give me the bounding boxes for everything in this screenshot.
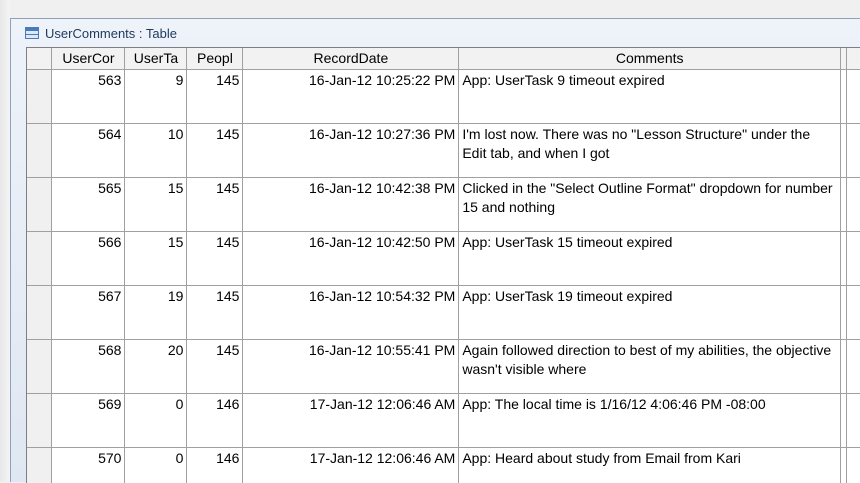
cell-add[interactable] (846, 393, 860, 448)
row-selector[interactable] (27, 285, 53, 340)
cell-peopleid[interactable]: 145 (186, 69, 244, 124)
cell-recorddate[interactable]: 17-Jan-12 12:06:46 AM (242, 393, 460, 448)
cell-usertaskid[interactable]: 19 (124, 285, 188, 340)
cell-usertaskid[interactable]: 15 (124, 231, 188, 286)
row-selector[interactable] (27, 339, 53, 394)
cell-peopleid[interactable]: 146 (186, 393, 244, 448)
cell-add[interactable] (846, 69, 860, 124)
cell-add[interactable] (846, 231, 860, 286)
cell-add[interactable] (846, 447, 860, 483)
cell-peopleid[interactable]: 146 (186, 447, 244, 483)
cell-recorddate[interactable]: 16-Jan-12 10:54:32 PM (242, 285, 460, 340)
table-row[interactable]: 569 0 146 17-Jan-12 12:06:46 AM App: The loc… (27, 393, 860, 448)
cell-usercommentid[interactable]: 567 (51, 285, 126, 340)
cell-usercommentid[interactable]: 569 (51, 393, 126, 448)
cell-peopleid[interactable]: 145 (186, 177, 244, 232)
row-selector[interactable] (27, 177, 53, 232)
table-row[interactable]: 570 0 146 17-Jan-12 12:06:46 AM App: Heard a… (27, 447, 860, 483)
cell-comments[interactable]: Again followed direction to best of my a… (458, 339, 841, 394)
row-selector[interactable] (27, 447, 53, 483)
window-titlebar[interactable]: UserComments : Table (11, 19, 860, 47)
cell-add[interactable] (846, 285, 860, 340)
column-header-peopleid[interactable]: Peopl (186, 48, 244, 70)
column-header-usertaskid[interactable]: UserTa (124, 48, 188, 70)
row-selector[interactable] (27, 393, 53, 448)
cell-usercommentid[interactable]: 568 (51, 339, 126, 394)
cell-usertaskid[interactable]: 9 (124, 69, 188, 124)
cell-usercommentid[interactable]: 566 (51, 231, 126, 286)
cell-recorddate[interactable]: 16-Jan-12 10:27:36 PM (242, 123, 460, 178)
cell-add[interactable] (846, 123, 860, 178)
cell-add[interactable] (846, 177, 860, 232)
cell-comments[interactable]: App: UserTask 9 timeout expired (458, 69, 841, 124)
table-row[interactable]: 566 15 145 16-Jan-12 10:42:50 PM App: UserTa… (27, 231, 860, 286)
column-header-add[interactable] (846, 48, 860, 70)
table-row[interactable]: 565 15 145 16-Jan-12 10:42:38 PM Clicked in … (27, 177, 860, 232)
cell-usertaskid[interactable]: 10 (124, 123, 188, 178)
header-row: UserCor UserTa Peopl RecordDate Comments (27, 48, 860, 70)
table-window[interactable]: UserComments : Table UserCor UserTa Peop… (10, 18, 860, 483)
column-header-recorddate[interactable]: RecordDate (242, 48, 460, 70)
cell-comments[interactable]: App: UserTask 15 timeout expired (458, 231, 841, 286)
cell-usercommentid[interactable]: 570 (51, 447, 126, 483)
cell-comments[interactable]: App: UserTask 19 timeout expired (458, 285, 841, 340)
cell-usercommentid[interactable]: 564 (51, 123, 126, 178)
cell-peopleid[interactable]: 145 (186, 339, 244, 394)
cell-peopleid[interactable]: 145 (186, 285, 244, 340)
cell-comments[interactable]: App: Heard about study from Email from K… (458, 447, 841, 483)
cell-usertaskid[interactable]: 20 (124, 339, 188, 394)
cell-recorddate[interactable]: 17-Jan-12 12:06:46 AM (242, 447, 460, 483)
cell-usercommentid[interactable]: 565 (51, 177, 126, 232)
cell-recorddate[interactable]: 16-Jan-12 10:55:41 PM (242, 339, 460, 394)
table-row[interactable]: 563 9 145 16-Jan-12 10:25:22 PM App: UserTas… (27, 69, 860, 124)
cell-peopleid[interactable]: 145 (186, 123, 244, 178)
cell-comments[interactable]: App: The local time is 1/16/12 4:06:46 P… (458, 393, 841, 448)
datasheet-table: UserCor UserTa Peopl RecordDate Comments… (27, 48, 860, 483)
row-selector[interactable] (27, 231, 53, 286)
cell-usercommentid[interactable]: 563 (51, 69, 126, 124)
row-selector[interactable] (27, 69, 53, 124)
background-edge (0, 0, 10, 481)
cell-add[interactable] (846, 339, 860, 394)
cell-comments[interactable]: Clicked in the "Select Outline Format" d… (458, 177, 841, 232)
select-all-corner[interactable] (27, 48, 53, 70)
cell-recorddate[interactable]: 16-Jan-12 10:42:50 PM (242, 231, 460, 286)
window-title: UserComments : Table (45, 25, 177, 41)
cell-usertaskid[interactable]: 0 (124, 393, 188, 448)
row-selector[interactable] (27, 123, 53, 178)
cell-peopleid[interactable]: 145 (186, 231, 244, 286)
column-header-comments[interactable]: Comments (458, 48, 841, 70)
cell-recorddate[interactable]: 16-Jan-12 10:42:38 PM (242, 177, 460, 232)
cell-usertaskid[interactable]: 0 (124, 447, 188, 483)
table-row[interactable]: 567 19 145 16-Jan-12 10:54:32 PM App: UserTa… (27, 285, 860, 340)
column-header-usercommentid[interactable]: UserCor (51, 48, 126, 70)
datasheet-grid[interactable]: UserCor UserTa Peopl RecordDate Comments… (26, 47, 860, 483)
table-row[interactable]: 564 10 145 16-Jan-12 10:27:36 PM I'm lost no… (27, 123, 860, 178)
table-row[interactable]: 568 20 145 16-Jan-12 10:55:41 PM Again follo… (27, 339, 860, 394)
cell-usertaskid[interactable]: 15 (124, 177, 188, 232)
cell-comments[interactable]: I'm lost now. There was no "Lesson Struc… (458, 123, 841, 178)
cell-recorddate[interactable]: 16-Jan-12 10:25:22 PM (242, 69, 460, 124)
table-icon (25, 27, 39, 39)
